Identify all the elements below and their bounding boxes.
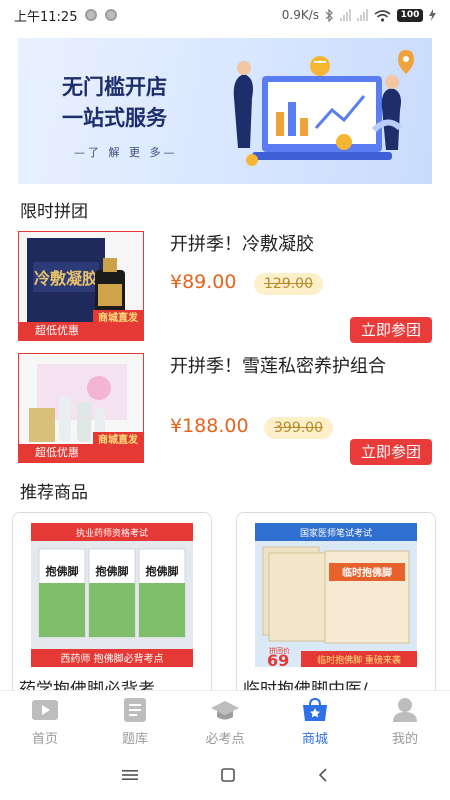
book-image-header: 执业药师资格考试 — [76, 527, 148, 539]
group-price: 69 — [267, 651, 289, 667]
notification-icon — [85, 9, 98, 21]
join-group-button[interactable]: 立即参团 — [350, 439, 432, 465]
home-video-icon — [30, 697, 60, 723]
banner-learn-more[interactable]: —了 解 更 多— — [74, 144, 178, 160]
tag-direct-ship: 商城直发 — [93, 432, 143, 462]
network-speed: 0.9K/s — [281, 8, 319, 22]
tag-low-price: 超低优惠 — [19, 322, 95, 340]
deal-item[interactable]: 超低优惠 商城直发 开拼季！雪莲私密养护组合 ¥188.00 399.00 立即… — [18, 353, 432, 465]
tab-profile[interactable]: 我的 — [360, 691, 450, 750]
tag-direct-ship: 商城直发 — [93, 310, 143, 340]
tag-low-price: 超低优惠 — [19, 444, 95, 462]
banner-title-line1: 无门槛开店 — [62, 75, 167, 99]
menu-icon[interactable] — [121, 769, 138, 781]
tab-home[interactable]: 首页 — [0, 691, 90, 750]
question-bank-icon — [120, 697, 150, 723]
banner-title-line2: 一站式服务 — [62, 106, 167, 130]
mall-bag-icon — [300, 697, 330, 723]
status-bar: 上午11:25 0.9K/s 100 — [0, 0, 450, 30]
deal-original-price: 129.00 — [254, 273, 323, 295]
section-title-deals: 限时拼团 — [20, 202, 88, 222]
deal-price: ¥188.00 — [170, 415, 249, 437]
banner-title: 无门槛开店 一站式服务 — [62, 72, 167, 134]
banner-illustration — [233, 50, 414, 166]
profile-icon — [390, 697, 420, 723]
book-title: 抱佛脚 — [46, 564, 79, 578]
bottom-tab-bar: 首页 题库 必考点 商城 我的 — [0, 690, 450, 750]
promo-banner[interactable]: 无门槛开店 一站式服务 —了 解 更 多— — [18, 38, 432, 184]
tab-label: 商城 — [301, 732, 328, 747]
home-square-icon[interactable] — [221, 768, 235, 782]
book-title: 临时抱佛脚 — [342, 566, 392, 579]
bluetooth-icon — [325, 8, 333, 22]
product-image-pharmacist-book: 执业药师资格考试 抱佛脚 抱佛脚 抱佛脚 西药师 抱佛脚必背考点 — [31, 523, 193, 667]
tab-question-bank[interactable]: 题库 — [90, 691, 180, 750]
deal-original-price: 399.00 — [264, 417, 333, 439]
wifi-icon — [374, 9, 391, 22]
recommend-card[interactable]: 国家医师笔试考试 临时抱佛脚 拼团价 69 临时抱佛脚 重磅来袭 临时抱佛脚中医… — [236, 512, 436, 712]
battery-icon: 100 — [397, 8, 423, 22]
deal-title[interactable]: 开拼季！冷敷凝胶 — [170, 233, 428, 257]
back-icon[interactable] — [318, 768, 328, 782]
book-image-header: 国家医师笔试考试 — [300, 527, 372, 539]
product-image-label: 冷敷凝胶 — [34, 269, 98, 288]
join-group-button[interactable]: 立即参团 — [350, 317, 432, 343]
deal-price: ¥89.00 — [170, 271, 237, 293]
book-image-footer: 临时抱佛脚 重磅来袭 — [317, 654, 401, 666]
signal-icon — [357, 9, 368, 21]
tab-key-points[interactable]: 必考点 — [180, 691, 270, 750]
book-title: 抱佛脚 — [146, 564, 179, 578]
status-time: 上午11:25 — [14, 9, 78, 25]
deal-item[interactable]: 冷敷凝胶 超低优惠 商城直发 开拼季！冷敷凝胶 ¥89.00 129.00 立即… — [18, 231, 432, 343]
section-title-recommend: 推荐商品 — [20, 483, 88, 503]
tab-label: 题库 — [121, 732, 148, 747]
book-image-footer: 西药师 抱佛脚必背考点 — [60, 652, 163, 665]
deal-image[interactable]: 超低优惠 商城直发 — [18, 353, 144, 463]
charging-icon — [429, 9, 436, 21]
deal-title[interactable]: 开拼季！雪莲私密养护组合 — [170, 355, 428, 379]
product-image-doctor-book: 国家医师笔试考试 临时抱佛脚 拼团价 69 临时抱佛脚 重磅来袭 — [255, 523, 417, 667]
book-title: 抱佛脚 — [96, 564, 129, 578]
signal-icon — [340, 9, 351, 21]
graduation-cap-icon — [210, 697, 240, 723]
tab-mall[interactable]: 商城 — [270, 691, 360, 750]
tab-label: 我的 — [391, 732, 418, 747]
tab-label: 首页 — [31, 732, 58, 747]
notification-icon — [105, 9, 118, 21]
tab-label: 必考点 — [205, 732, 245, 747]
deal-image[interactable]: 冷敷凝胶 超低优惠 商城直发 — [18, 231, 144, 341]
recommend-card[interactable]: 执业药师资格考试 抱佛脚 抱佛脚 抱佛脚 西药师 抱佛脚必背考点 药学抱佛脚必背… — [12, 512, 212, 712]
system-nav-bar — [0, 750, 450, 800]
